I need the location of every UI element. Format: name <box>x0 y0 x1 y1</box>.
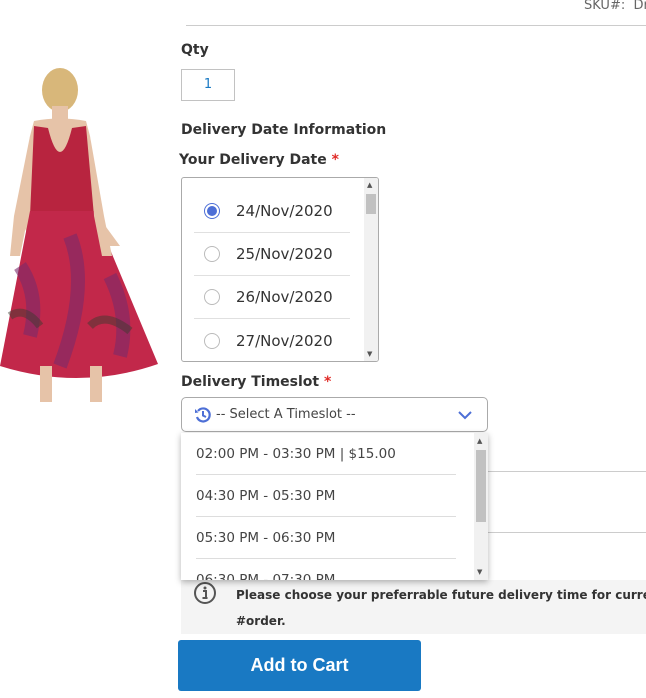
scrollbar[interactable]: ▲ ▼ <box>364 178 378 361</box>
notice-text: Please choose your preferrable future de… <box>236 588 646 628</box>
add-to-cart-button[interactable]: Add to Cart <box>178 640 421 691</box>
divider <box>488 532 646 533</box>
timeslot-placeholder: -- Select A Timeslot -- <box>216 407 356 422</box>
timeslot-label: Delivery Timeslot * <box>181 374 332 390</box>
sku-label: SKU#: <box>584 0 626 13</box>
timeslot-option[interactable]: 05:30 PM - 06:30 PM <box>196 517 456 559</box>
timeslot-option[interactable]: 06:30 PM - 07:30 PM <box>196 559 456 580</box>
timeslot-dropdown[interactable]: 02:00 PM - 03:30 PM | $15.00 04:30 PM - … <box>181 433 488 580</box>
scroll-up-icon[interactable]: ▲ <box>477 437 482 445</box>
date-option[interactable]: 25/Nov/2020 <box>194 233 350 276</box>
radio[interactable] <box>204 289 220 305</box>
scroll-thumb[interactable] <box>476 450 486 522</box>
radio-selected[interactable] <box>204 203 220 219</box>
scroll-down-icon[interactable]: ▼ <box>477 568 482 576</box>
radio[interactable] <box>204 246 220 262</box>
section-title: Delivery Date Information <box>181 122 387 138</box>
scroll-up-icon[interactable]: ▲ <box>367 181 372 189</box>
scroll-thumb[interactable] <box>366 194 376 214</box>
sku-value: Dr <box>633 0 646 13</box>
date-option[interactable]: 24/Nov/2020 <box>194 190 350 233</box>
divider <box>488 471 646 472</box>
date-option[interactable]: 26/Nov/2020 <box>194 276 350 319</box>
delivery-date-list[interactable]: 24/Nov/2020 25/Nov/2020 26/Nov/2020 27/N… <box>181 177 379 362</box>
delivery-date-label: Your Delivery Date * <box>179 152 339 168</box>
qty-input[interactable]: 1 <box>181 69 235 101</box>
date-option[interactable]: 27/Nov/2020 <box>194 319 350 361</box>
qty-label: Qty <box>181 42 209 58</box>
required-mark: * <box>331 152 339 168</box>
divider <box>186 25 646 26</box>
required-mark: * <box>324 374 332 390</box>
timeslot-option[interactable]: 02:00 PM - 03:30 PM | $15.00 <box>196 433 456 475</box>
product-image <box>0 68 158 402</box>
timeslot-option[interactable]: 04:30 PM - 05:30 PM <box>196 475 456 517</box>
radio[interactable] <box>204 332 220 349</box>
info-icon <box>194 582 216 604</box>
scrollbar[interactable]: ▲ ▼ <box>474 433 488 580</box>
scroll-down-icon[interactable]: ▼ <box>367 350 372 358</box>
history-clock-icon <box>195 406 211 423</box>
chevron-down-icon <box>458 411 472 420</box>
timeslot-select[interactable]: -- Select A Timeslot -- <box>181 397 488 432</box>
sku: SKU#: Dr <box>584 0 646 13</box>
